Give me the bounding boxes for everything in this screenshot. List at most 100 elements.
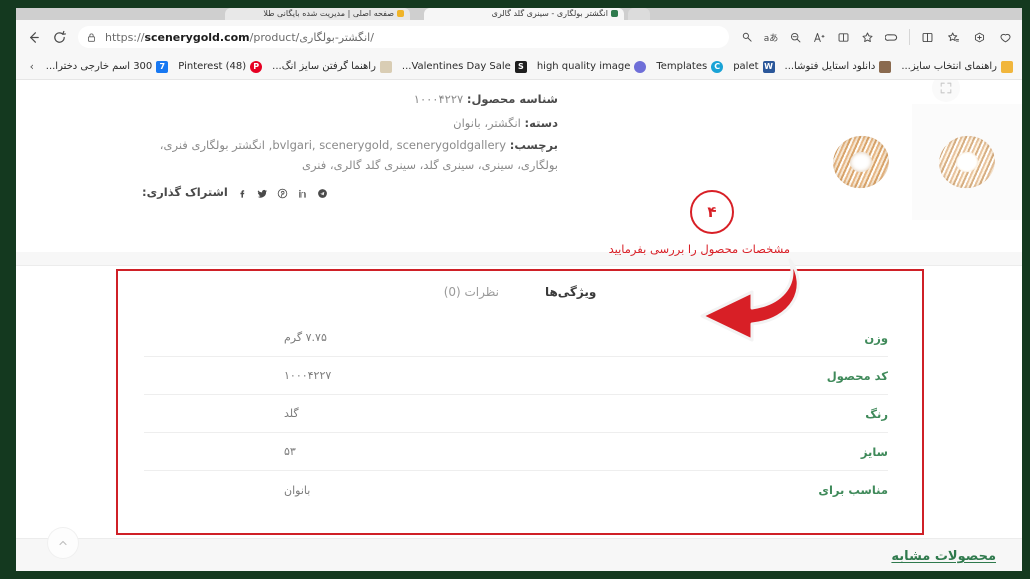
bookmark-label: high quality image (536, 61, 631, 72)
product-category-value[interactable]: انگشتر، بانوان (453, 116, 521, 130)
immersive-reader-icon[interactable] (831, 26, 855, 48)
bookmark-item[interactable]: راهنمای انتخاب سایز... (896, 59, 1018, 75)
tab-reviews[interactable]: نظرات (0) (444, 285, 499, 299)
bookmark-item[interactable]: P Pinterest (48) (173, 59, 267, 75)
bookmark-item[interactable]: S Valentines Day Sale... (397, 59, 532, 75)
spec-key: وزن (864, 330, 888, 345)
linkedin-icon[interactable] (297, 188, 308, 199)
product-sku-value: ۱۰۰۰۴۲۲۷ (413, 92, 464, 106)
collections-icon[interactable] (940, 24, 966, 50)
spec-value: بانوان (284, 483, 311, 497)
bookmark-label: Templates (656, 61, 708, 72)
bookmarks-overflow-icon[interactable]: › (23, 60, 41, 73)
screenshot-frame: صفحه اصلی | مدیریت شده بایگانی طلا انگشت… (0, 0, 1030, 579)
pinterest-icon[interactable] (277, 188, 288, 199)
tab-1-title: صفحه اصلی | مدیریت شده بایگانی طلا (263, 9, 394, 18)
zoom-out-icon[interactable] (783, 26, 807, 48)
bookmark-item[interactable]: C Templates (651, 59, 728, 75)
bookmark-favicon-icon (634, 60, 647, 73)
bookmark-favicon-icon (879, 60, 892, 73)
back-button[interactable] (20, 24, 46, 50)
spec-key: سایز (860, 444, 888, 459)
bookmarks-bar: راهنمای انتخاب سایز... دانلود استایل فتو… (16, 54, 1022, 80)
product-meta-column: شناسه محصول: ۱۰۰۰۴۲۲۷ دسته: انگشتر، بانو… (138, 88, 558, 205)
share-label: اشتراک گذاری: (142, 185, 228, 200)
address-bar[interactable]: https://scenerygold.com/product/انگشتر-ب… (78, 26, 729, 48)
browser-tab-2[interactable]: انگشتر بولگاری - سینری گلد گالری (424, 8, 624, 20)
product-detail-tabs: ویژگی‌ها نظرات (0) (118, 285, 922, 299)
spec-value: ۵۳ (284, 445, 296, 458)
bookmark-label: 300 اسم خارجی دخترا... (45, 61, 153, 72)
bookmark-label: Pinterest (48) (178, 61, 247, 72)
product-thumbnail[interactable] (806, 104, 916, 220)
url-text: https://scenerygold.com/product/انگشتر-ب… (105, 30, 374, 44)
translate-icon[interactable]: aあ (759, 26, 783, 48)
tab-strip: صفحه اصلی | مدیریت شده بایگانی طلا انگشت… (16, 8, 1022, 20)
lock-icon (86, 28, 97, 47)
tab-favicon (397, 10, 404, 17)
annotation-text: مشخصات محصول را بررسی بفرمایید (608, 242, 790, 256)
spec-key: مناسب برای (818, 483, 888, 497)
bookmark-label: دانلود استایل فتوشا... (784, 61, 876, 72)
bookmark-item[interactable]: 7 300 اسم خارجی دخترا... (41, 59, 174, 75)
product-category-label: دسته: (524, 115, 558, 130)
favorite-star-icon[interactable] (855, 26, 879, 48)
tab-2-title: انگشتر بولگاری - سینری گلد گالری (491, 9, 608, 18)
browser-toolbar: https://scenerygold.com/product/انگشتر-ب… (16, 20, 1022, 54)
extensions-icon[interactable] (992, 24, 1018, 50)
spec-value: ۱۰۰۰۴۲۲۷ (284, 369, 332, 382)
bookmark-item[interactable]: high quality image (532, 59, 652, 75)
omnibox-actions: aあ (735, 26, 879, 48)
font-size-icon[interactable] (807, 26, 831, 48)
product-sku-row: شناسه محصول: ۱۰۰۰۴۲۲۷ (138, 88, 558, 112)
bookmark-favicon-icon: S (514, 60, 527, 73)
footer-band (16, 538, 1022, 571)
split-screen-icon[interactable] (914, 24, 940, 50)
table-row: رنگ گلد (144, 395, 888, 433)
product-tags-row: برچسب: bvlgari, scenerygold, scenerygold… (138, 135, 558, 175)
facebook-icon[interactable] (237, 188, 248, 199)
spec-key: رنگ (865, 406, 888, 421)
table-row: وزن ۷.۷۵ گرم (144, 319, 888, 357)
bookmark-item[interactable]: راهنما گرفتن سایز انگ... (267, 59, 397, 75)
telegram-icon[interactable] (317, 188, 328, 199)
copilot-icon[interactable] (879, 24, 905, 50)
spec-value: گلد (284, 407, 299, 420)
bookmark-item[interactable]: دانلود استایل فتوشا... (780, 59, 897, 75)
similar-products-heading: محصولات مشابه (891, 549, 996, 564)
table-row: سایز ۵۳ (144, 433, 888, 471)
ring-product-image (933, 129, 1001, 195)
bookmark-favicon-icon: C (711, 60, 724, 73)
spec-key: کد محصول (826, 368, 888, 383)
annotation-step-number: ۴ (707, 203, 717, 221)
bookmark-favicon-icon: P (250, 60, 263, 73)
specifications-table: وزن ۷.۷۵ گرم کد محصول ۱۰۰۰۴۲۲۷ رنگ گلد س… (144, 319, 888, 509)
product-details-box: ویژگی‌ها نظرات (0) وزن ۷.۷۵ گرم کد محصول… (116, 269, 924, 535)
tab-favicon (611, 10, 618, 17)
product-tags-value[interactable]: bvlgari, scenerygold, scenerygoldgallery… (160, 138, 558, 172)
bookmark-favicon-icon: W (762, 60, 775, 73)
spec-value: ۷.۷۵ گرم (284, 331, 327, 344)
browser-window: صفحه اصلی | مدیریت شده بایگانی طلا انگشت… (16, 8, 1022, 571)
browser-essentials-icon[interactable] (966, 24, 992, 50)
table-row: کد محصول ۱۰۰۰۴۲۲۷ (144, 357, 888, 395)
bookmark-label: palet (733, 61, 759, 72)
twitter-icon[interactable] (257, 188, 268, 199)
page-viewport: شناسه محصول: ۱۰۰۰۴۲۲۷ دسته: انگشتر، بانو… (16, 80, 1022, 571)
browser-tab-1[interactable]: صفحه اصلی | مدیریت شده بایگانی طلا (225, 8, 410, 20)
bookmark-label: Valentines Day Sale... (401, 61, 511, 72)
section-divider-band (16, 252, 1022, 266)
bookmark-label: راهنمای انتخاب سایز... (901, 61, 997, 72)
bookmark-favicon-icon (1001, 60, 1013, 73)
browser-tab-3[interactable] (628, 8, 650, 20)
reload-button[interactable] (46, 24, 72, 50)
bookmark-favicon-icon: 7 (156, 60, 169, 73)
product-thumbnail[interactable] (912, 104, 1022, 220)
bookmark-item[interactable]: W palet (728, 59, 779, 75)
product-sku-label: شناسه محصول: (466, 92, 558, 106)
product-category-row: دسته: انگشتر، بانوان (138, 112, 558, 136)
read-aloud-icon[interactable] (735, 26, 759, 48)
tab-features[interactable]: ویژگی‌ها (545, 285, 596, 299)
scroll-to-top-button[interactable] (48, 528, 78, 558)
product-meta-region: شناسه محصول: ۱۰۰۰۴۲۲۷ دسته: انگشتر، بانو… (16, 80, 1022, 256)
